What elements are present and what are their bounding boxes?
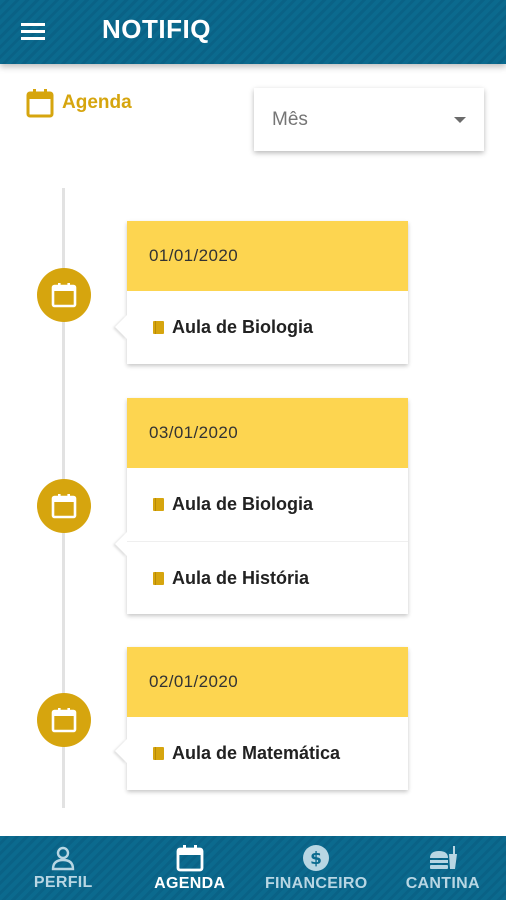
- month-filter-select[interactable]: Mês: [254, 88, 484, 151]
- timeline-dot: [37, 268, 91, 322]
- nav-item-cantina[interactable]: CANTINA: [380, 836, 506, 900]
- app-screen: NOTIFIQ Agenda Mês 01/01/2020 Aula de Bi…: [0, 0, 506, 900]
- nav-item-financeiro[interactable]: $ FINANCEIRO: [253, 836, 380, 900]
- timeline-dot: [37, 479, 91, 533]
- person-icon: [50, 845, 76, 871]
- calendar-icon: [26, 89, 54, 118]
- timeline-card: 02/01/2020 Aula de Matemática: [115, 647, 408, 790]
- svg-text:$: $: [310, 849, 322, 869]
- book-icon: [153, 321, 164, 334]
- agenda-item[interactable]: Aula de Matemática: [115, 717, 408, 790]
- nav-item-agenda[interactable]: AGENDA: [127, 836, 254, 900]
- book-icon: [153, 747, 164, 760]
- chevron-down-icon: [454, 116, 466, 123]
- menu-icon: [21, 23, 45, 40]
- timeline-card: 03/01/2020 Aula de Biologia Aula de Hist…: [115, 398, 408, 614]
- agenda-item[interactable]: Aula de História: [115, 532, 408, 614]
- calendar-icon: [176, 844, 204, 872]
- agenda-item[interactable]: Aula de Biologia: [127, 468, 408, 541]
- agenda-item-label: Aula de Matemática: [172, 743, 341, 763]
- agenda-item-label: Aula de Biologia: [172, 317, 314, 337]
- card-notch: [115, 739, 127, 763]
- nav-item-label: FINANCEIRO: [264, 874, 368, 892]
- nav-item-perfil[interactable]: PERFIL: [0, 836, 127, 900]
- card-date: 02/01/2020: [127, 647, 408, 717]
- section-title: Agenda: [26, 88, 132, 118]
- month-filter-value: Mês: [272, 108, 308, 130]
- timeline-dot: [37, 693, 91, 747]
- nav-item-label: PERFIL: [33, 873, 93, 891]
- agenda-item-label: Aula de Biologia: [172, 494, 314, 514]
- nav-item-label: AGENDA: [154, 874, 226, 892]
- calendar-icon: [51, 283, 77, 308]
- card-date: 01/01/2020: [127, 221, 408, 291]
- card-date: 03/01/2020: [127, 398, 408, 468]
- card-notch: [115, 532, 127, 556]
- app-title: NOTIFIQ: [102, 14, 211, 44]
- timeline-card: 01/01/2020 Aula de Biologia: [115, 221, 408, 364]
- fastfood-icon: [427, 844, 459, 872]
- book-icon: [153, 498, 164, 511]
- agenda-item-label: Aula de História: [172, 567, 310, 588]
- app-header: NOTIFIQ: [0, 0, 506, 64]
- dollar-coin-icon: $: [302, 844, 330, 872]
- agenda-item[interactable]: Aula de Biologia: [115, 291, 408, 364]
- book-icon: [153, 571, 164, 585]
- card-notch: [115, 315, 127, 339]
- nav-item-label: CANTINA: [405, 874, 480, 892]
- calendar-icon: [51, 708, 77, 733]
- calendar-icon: [51, 494, 77, 519]
- menu-button[interactable]: [18, 14, 62, 50]
- section-title-label: Agenda: [62, 92, 132, 113]
- bottom-navigation: PERFIL AGENDA $ FINANCEIRO CANTINA: [0, 836, 506, 900]
